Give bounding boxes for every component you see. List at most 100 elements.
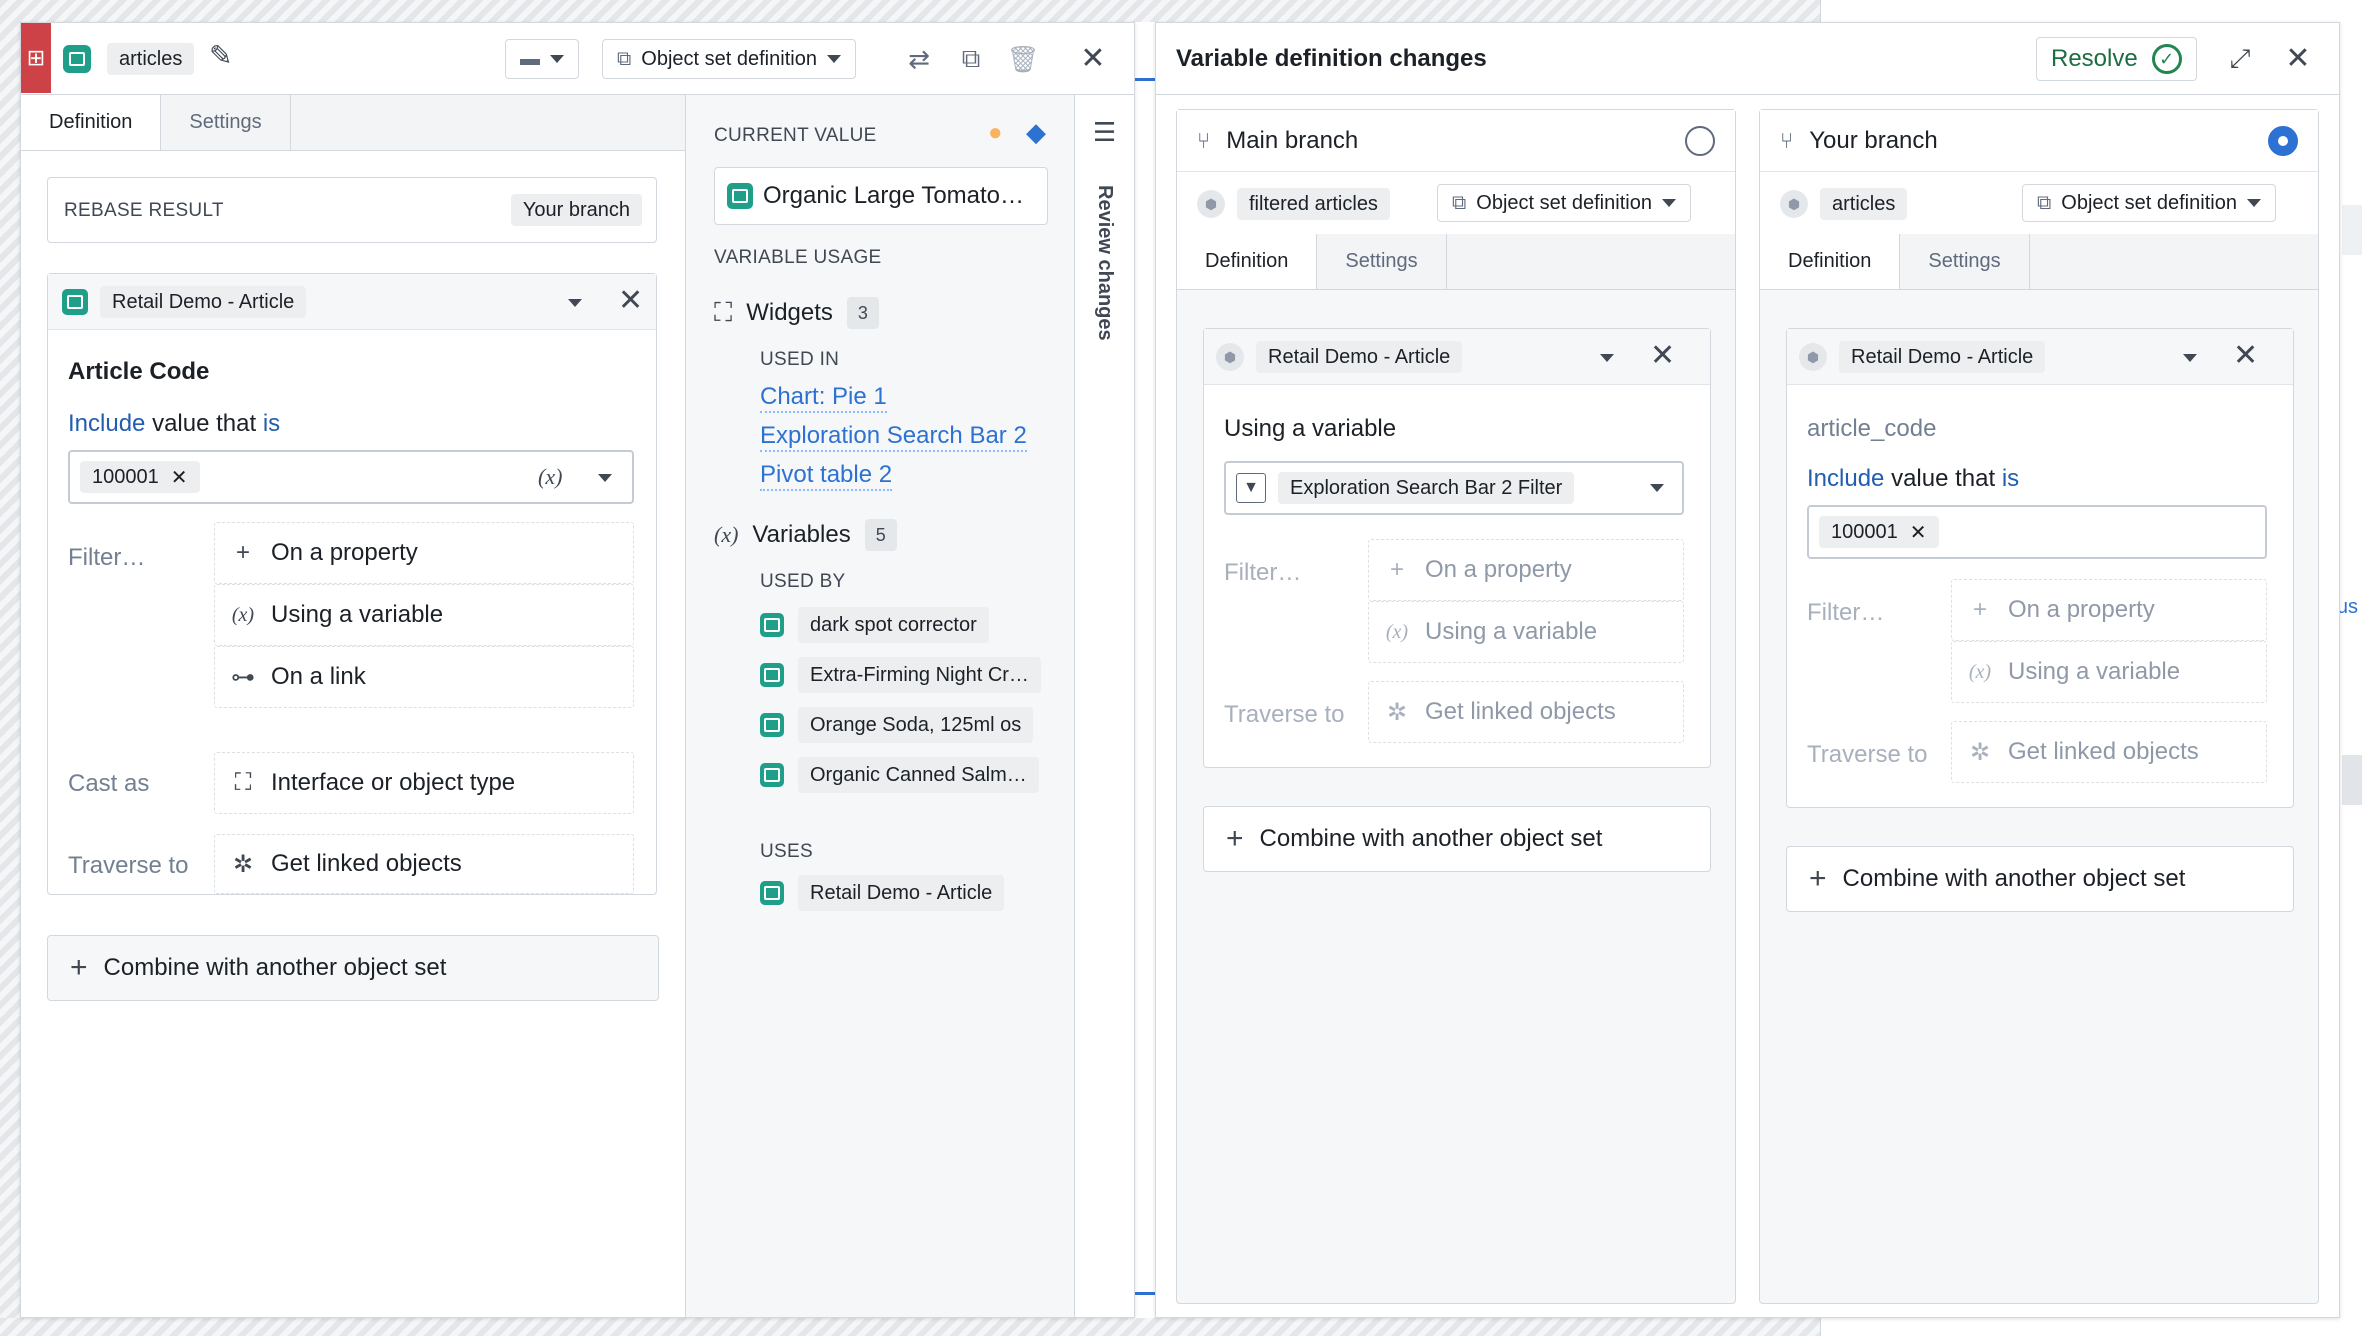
duplicate-icon[interactable]: ⧉: [951, 39, 991, 79]
filter-on-property[interactable]: + On a property: [1951, 579, 2267, 641]
filter-using-variable[interactable]: (x) Using a variable: [1951, 641, 2267, 703]
filter-using-variable[interactable]: (x) Using a variable: [1368, 601, 1684, 663]
used-by-item[interactable]: Orange Soda, 125ml os: [760, 707, 1034, 743]
widget-link[interactable]: Pivot table 2: [760, 461, 893, 491]
branch-name: Your branch: [1809, 126, 1938, 154]
variable-icon: (x): [714, 522, 739, 547]
filter-option-label: Using a variable: [1425, 618, 1598, 645]
object-name-tag[interactable]: articles: [107, 43, 195, 75]
tab-settings[interactable]: Settings: [1900, 234, 2030, 289]
current-value-field[interactable]: Organic Large Tomato…: [714, 167, 1048, 225]
close-icon[interactable]: ✕: [2233, 341, 2258, 371]
combine-object-set-button[interactable]: + Combine with another object set: [47, 935, 659, 1001]
tab-definition[interactable]: Definition: [1760, 234, 1901, 289]
cast-option-label: Interface or object type: [271, 769, 516, 796]
chevron-down-icon[interactable]: [2183, 354, 2197, 362]
panel-title: Variable definition changes: [1176, 45, 1487, 72]
maximize-icon[interactable]: ⤢: [2220, 39, 2260, 79]
variable-tag: Orange Soda, 125ml os: [798, 707, 1034, 743]
main-branch-radio[interactable]: [1685, 126, 1715, 156]
used-by-item[interactable]: dark spot corrector: [760, 607, 989, 643]
tab-settings[interactable]: Settings: [1317, 234, 1447, 289]
definition-tabs: Definition Settings: [1760, 234, 2318, 290]
get-linked-objects-option[interactable]: ✲ Get linked objects: [1951, 721, 2267, 783]
resolve-label: Resolve: [2051, 45, 2138, 72]
variable-icon: (x): [1968, 660, 1992, 683]
filter-on-link[interactable]: ⊶ On a link: [214, 646, 634, 708]
object-set-definition-dropdown[interactable]: ⧉ Object set definition: [1437, 184, 1691, 222]
filter-using-variable[interactable]: (x) Using a variable: [214, 584, 634, 646]
swap-icon[interactable]: ⇄: [899, 39, 939, 79]
get-linked-objects-option[interactable]: ✲ Get linked objects: [1368, 681, 1684, 743]
close-icon[interactable]: ✕: [2278, 39, 2318, 79]
variable-select[interactable]: ▼ Exploration Search Bar 2 Filter: [1224, 461, 1684, 515]
variable-usage-label: VARIABLE USAGE: [714, 247, 882, 268]
chevron-down-icon: [826, 55, 841, 63]
remove-chip-icon[interactable]: ✕: [171, 465, 188, 490]
edit-pencil-icon[interactable]: ✎: [209, 39, 232, 72]
value-input[interactable]: 100001 ✕: [1807, 505, 2267, 559]
widget-link[interactable]: Exploration Search Bar 2: [760, 422, 1027, 452]
combine-object-set-button[interactable]: + Combine with another object set: [1786, 846, 2294, 912]
cube-icon[interactable]: ◆: [1026, 117, 1046, 148]
value-chip-text: 100001: [1831, 520, 1898, 543]
object-type-icon: [62, 289, 88, 315]
list-indent-icon[interactable]: ☰: [1093, 117, 1116, 148]
tab-settings[interactable]: Settings: [161, 95, 291, 150]
object-set-definition-dropdown[interactable]: ⧉ Object set definition: [602, 39, 856, 79]
chevron-down-icon[interactable]: [598, 474, 612, 482]
filter-icon: ▼: [1236, 473, 1266, 503]
copy-icon: ⧉: [2037, 191, 2052, 214]
object-type-tag[interactable]: Retail Demo - Article: [100, 286, 307, 318]
value-chip: 100001 ✕: [1819, 516, 1939, 548]
remove-chip-icon[interactable]: ✕: [1910, 520, 1927, 545]
value-that-text: value that: [1891, 465, 1996, 492]
tab-definition[interactable]: Definition: [21, 95, 162, 150]
is-link[interactable]: is: [263, 410, 280, 437]
filter-on-property[interactable]: + On a property: [1368, 539, 1684, 601]
traverse-label: Traverse to: [1224, 701, 1345, 728]
chevron-down-icon[interactable]: [568, 299, 582, 307]
filter-on-property[interactable]: + On a property: [214, 522, 634, 584]
dropdown-label: Object set definition: [1476, 191, 1652, 214]
get-linked-objects-option[interactable]: ✲ Get linked objects: [214, 834, 634, 894]
value-input[interactable]: 100001 ✕ (x): [68, 450, 634, 504]
include-link[interactable]: Include: [1807, 465, 1884, 492]
close-icon[interactable]: ✕: [618, 286, 643, 316]
tab-definition[interactable]: Definition: [1177, 234, 1318, 289]
object-type-tag: Retail Demo - Article: [1839, 341, 2046, 373]
object-filter-card: ⬢ Retail Demo - Article ✕ Using a variab…: [1203, 328, 1711, 768]
resolve-button[interactable]: Resolve ✓: [2036, 37, 2197, 81]
combine-label: Combine with another object set: [1842, 865, 2186, 892]
used-by-item[interactable]: Organic Canned Salm…: [760, 757, 1039, 793]
include-link[interactable]: Include: [68, 410, 145, 437]
graph-icon: ✲: [1386, 698, 1408, 726]
your-branch-radio[interactable]: [2268, 126, 2298, 156]
filter-option-label: Using a variable: [2008, 658, 2181, 685]
object-set-definition-dropdown[interactable]: ⧉ Object set definition: [2022, 184, 2276, 222]
variable-tag: Exploration Search Bar 2 Filter: [1278, 472, 1575, 504]
interface-icon: ⛶: [234, 769, 252, 796]
variable-definition-changes-panel: Variable definition changes Resolve ✓ ⤢ …: [1155, 22, 2340, 1318]
close-icon[interactable]: ✕: [1073, 39, 1113, 79]
combine-object-set-button[interactable]: + Combine with another object set: [1203, 806, 1711, 872]
is-link[interactable]: is: [2002, 465, 2019, 492]
cube-icon: ⬢: [1780, 190, 1808, 218]
used-in-link: Chart: Pie 1: [760, 383, 887, 413]
folder-dropdown-button[interactable]: ▬: [505, 39, 579, 79]
cube-icon: ⬢: [1197, 190, 1225, 218]
cast-interface-option[interactable]: ⛶ Interface or object type: [214, 752, 634, 814]
lightbulb-icon[interactable]: ●: [988, 119, 1003, 147]
trash-icon[interactable]: 🗑: [1003, 39, 1043, 79]
variable-icon: (x): [1385, 620, 1409, 643]
value-chip-text: 100001: [92, 465, 159, 488]
widget-link[interactable]: Chart: Pie 1: [760, 383, 887, 413]
used-by-item[interactable]: Extra-Firming Night Cr…: [760, 657, 1041, 693]
variable-icon[interactable]: (x): [538, 464, 562, 490]
object-type-tag: Retail Demo - Article: [1256, 341, 1463, 373]
rebase-branch-tag: Your branch: [510, 194, 642, 226]
chevron-down-icon[interactable]: [1600, 354, 1614, 362]
close-icon[interactable]: ✕: [1650, 341, 1675, 371]
uses-item[interactable]: Retail Demo - Article: [760, 875, 1005, 911]
review-changes-label[interactable]: Review changes: [1093, 185, 1116, 341]
